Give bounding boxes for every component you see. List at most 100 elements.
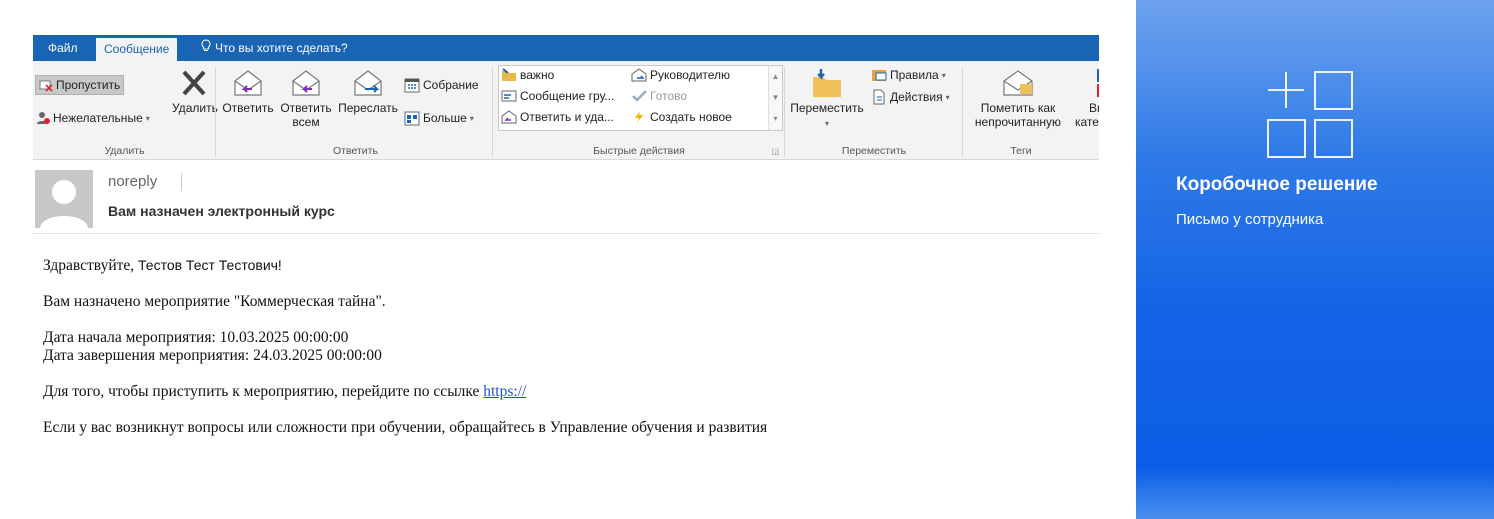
quick-step-reply-delete[interactable]: Ответить и уда... bbox=[501, 110, 614, 124]
rules-icon bbox=[872, 70, 887, 81]
chevron-down-icon: ▾ bbox=[145, 113, 150, 123]
group-delete: Пропустить Нежелательные ▾ Удалить Удалит… bbox=[33, 61, 218, 159]
quick-steps-gallery: важно Руководителю Сообщение гру... Гото… bbox=[498, 65, 783, 131]
tell-me-search[interactable]: Что вы хотите сделать? bbox=[201, 35, 348, 61]
checkmark-icon bbox=[632, 90, 647, 102]
ignore-icon bbox=[39, 80, 53, 92]
actions-button[interactable]: Действия ▾ bbox=[871, 87, 950, 107]
group-label-move: Переместить bbox=[841, 145, 907, 157]
scroll-up-icon[interactable]: ▲ bbox=[769, 66, 782, 87]
quick-step-create-new[interactable]: Создать новое bbox=[631, 110, 732, 124]
group-quick-steps: важно Руководителю Сообщение гру... Гото… bbox=[493, 61, 785, 159]
group-move: Переместить ▾ Правила ▾ Действия ▾ Перемес… bbox=[785, 61, 963, 159]
end-date-line: Дата завершения мероприятия: 24.03.2025 … bbox=[43, 347, 382, 364]
tab-message[interactable]: Сообщение bbox=[96, 38, 178, 61]
more-button[interactable]: Больше ▾ bbox=[404, 108, 474, 128]
group-tags: Пометить как непрочитанную Вы катег Теги bbox=[963, 61, 1099, 159]
categorize-icon bbox=[1097, 69, 1099, 97]
lightbulb-icon bbox=[201, 35, 211, 61]
ignore-button[interactable]: Пропустить bbox=[35, 75, 125, 95]
message-body: Здравствуйте, Тестов Тест Тестович! Вам … bbox=[43, 256, 1083, 455]
dialog-launcher-icon[interactable]: ◲ bbox=[771, 147, 779, 156]
delete-label: Удалить bbox=[172, 101, 218, 115]
quick-step-manager[interactable]: Руководителю bbox=[631, 68, 730, 82]
outlook-message-window: Файл Сообщение Что вы хотите сделать? Пр… bbox=[0, 0, 1100, 519]
person-silhouette-icon bbox=[40, 180, 88, 228]
categorize-label-1: Вы bbox=[1089, 101, 1099, 115]
group-label-quick-steps: Быстрые действия bbox=[593, 145, 685, 157]
more-respond-icon bbox=[404, 111, 420, 126]
course-link[interactable]: https:// bbox=[483, 383, 526, 400]
link-line: Для того, чтобы приступить к мероприятию… bbox=[43, 383, 1083, 401]
folder-icon bbox=[502, 68, 516, 81]
quick-steps-scroll[interactable]: ▲ ▼ ▾ bbox=[768, 66, 782, 130]
junk-label: Нежелательные bbox=[53, 111, 143, 125]
reply-icon bbox=[234, 70, 262, 96]
more-label: Больше bbox=[423, 111, 467, 125]
group-label-tags: Теги bbox=[1010, 145, 1032, 157]
info-panel: Коробочное решение Письмо у сотрудника bbox=[1136, 0, 1494, 519]
lightning-icon bbox=[635, 111, 643, 123]
expand-gallery-icon[interactable]: ▾ bbox=[769, 108, 782, 129]
move-label: Переместить bbox=[790, 101, 864, 115]
assigned-line: Вам назначено мероприятие "Коммерческая … bbox=[43, 293, 386, 310]
reply-all-label-1: Ответить bbox=[280, 101, 332, 115]
forward-mail-icon bbox=[631, 68, 647, 82]
quick-step-important[interactable]: важно bbox=[501, 68, 554, 82]
questions-line: Если у вас возникнут вопросы или сложнос… bbox=[43, 419, 768, 436]
message-subject: Вам назначен электронный курс bbox=[108, 203, 335, 219]
chevron-down-icon: ▾ bbox=[824, 119, 829, 128]
delete-button[interactable]: Удалить bbox=[172, 67, 218, 115]
categorize-label-2: катег bbox=[1075, 115, 1099, 129]
mark-unread-button[interactable]: Пометить как непрочитанную bbox=[963, 67, 1073, 129]
quick-step-done[interactable]: Готово bbox=[631, 89, 687, 103]
calendar-icon bbox=[404, 78, 420, 93]
actions-label: Действия bbox=[890, 90, 943, 104]
reply-delete-icon bbox=[501, 110, 517, 124]
move-folder-icon bbox=[813, 69, 841, 97]
mark-unread-icon bbox=[1003, 70, 1033, 96]
quick-step-label: Ответить и уда... bbox=[520, 110, 614, 124]
ribbon-tab-bar: Файл Сообщение Что вы хотите сделать? bbox=[33, 35, 1099, 61]
panel-subtitle: Письмо у сотрудника bbox=[1176, 211, 1324, 228]
sender-avatar bbox=[35, 170, 93, 228]
mark-unread-label-2: непрочитанную bbox=[974, 115, 1062, 129]
quick-step-team-email[interactable]: Сообщение гру... bbox=[501, 89, 614, 103]
reply-all-icon bbox=[292, 70, 320, 96]
reply-button[interactable]: Ответить bbox=[220, 67, 276, 115]
start-date-line: Дата начала мероприятия: 10.03.2025 00:0… bbox=[43, 329, 349, 346]
quick-step-label: важно bbox=[520, 68, 555, 82]
group-label-delete: Удалить bbox=[104, 145, 145, 157]
ignore-label: Пропустить bbox=[56, 78, 121, 92]
tell-me-label: Что вы хотите сделать? bbox=[215, 41, 348, 55]
rules-label: Правила bbox=[890, 68, 939, 82]
tab-file[interactable]: Файл bbox=[48, 35, 78, 61]
junk-button[interactable]: Нежелательные ▾ bbox=[36, 108, 150, 128]
group-respond: Ответить Ответить всем Переслать Собрани… bbox=[218, 61, 493, 159]
quick-step-label: Сообщение гру... bbox=[520, 89, 615, 103]
chevron-down-icon: ▾ bbox=[941, 70, 946, 80]
delete-x-icon bbox=[182, 70, 206, 96]
reply-label: Ответить bbox=[222, 101, 274, 115]
junk-icon bbox=[37, 112, 50, 124]
reply-all-button[interactable]: Ответить всем bbox=[278, 67, 334, 129]
recipient-name: Тестов Тест Тестович! bbox=[138, 257, 282, 273]
forward-label: Переслать bbox=[338, 101, 398, 115]
team-email-icon bbox=[501, 90, 517, 102]
boxed-solution-icon bbox=[1267, 71, 1353, 158]
categorize-button[interactable]: Вы катег bbox=[1075, 67, 1099, 129]
forward-button[interactable]: Переслать bbox=[336, 67, 400, 115]
meeting-button[interactable]: Собрание bbox=[404, 75, 479, 95]
scroll-down-icon[interactable]: ▼ bbox=[769, 87, 782, 108]
meeting-label: Собрание bbox=[423, 78, 479, 92]
greeting-prefix: Здравствуйте, bbox=[43, 257, 139, 274]
forward-icon bbox=[354, 70, 382, 96]
quick-step-label: Создать новое bbox=[650, 110, 732, 124]
mark-unread-label-1: Пометить как bbox=[980, 101, 1056, 115]
chevron-down-icon: ▾ bbox=[469, 113, 474, 123]
move-button[interactable]: Переместить ▾ bbox=[787, 67, 867, 131]
actions-icon bbox=[873, 89, 885, 105]
rules-button[interactable]: Правила ▾ bbox=[871, 65, 946, 85]
sender-name[interactable]: noreply bbox=[108, 173, 157, 190]
quick-step-label: Готово bbox=[650, 89, 688, 103]
